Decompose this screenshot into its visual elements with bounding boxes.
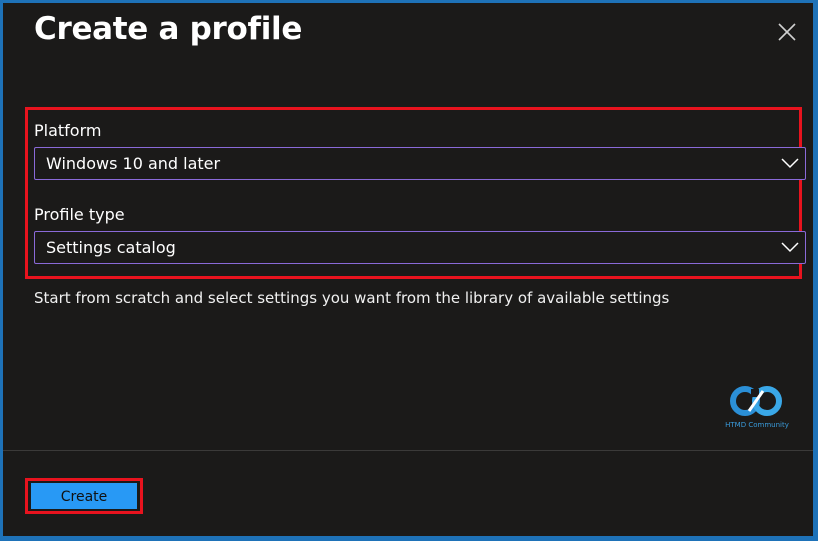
watermark-text: HTMD Community <box>725 421 789 429</box>
profile-type-label: Profile type <box>34 205 125 224</box>
platform-label: Platform <box>34 121 102 140</box>
profile-type-selected-value: Settings catalog <box>46 238 176 257</box>
platform-selected-value: Windows 10 and later <box>46 154 221 173</box>
profile-type-description: Start from scratch and select settings y… <box>34 289 670 307</box>
htmd-community-logo: HTMD Community <box>721 381 793 431</box>
create-button[interactable]: Create <box>31 483 137 509</box>
footer-divider <box>3 450 813 451</box>
chevron-down-icon <box>781 158 799 169</box>
chevron-down-icon <box>781 242 799 253</box>
dialog-title: Create a profile <box>34 11 303 47</box>
platform-dropdown[interactable]: Windows 10 and later <box>34 147 806 180</box>
close-icon[interactable] <box>775 20 799 44</box>
create-profile-dialog: Create a profile Platform Windows 10 and… <box>3 3 813 536</box>
profile-type-dropdown[interactable]: Settings catalog <box>34 231 806 264</box>
